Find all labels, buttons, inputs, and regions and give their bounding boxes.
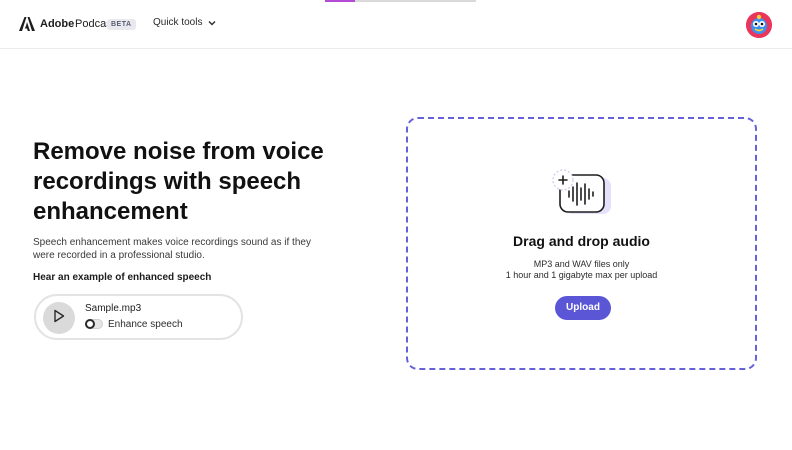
adobe-logo-icon[interactable] [19,17,35,31]
dropzone-title: Drag and drop audio [513,233,650,249]
play-button[interactable] [43,302,75,334]
upload-button[interactable]: Upload [555,296,611,320]
play-icon [53,309,65,328]
page-title: Remove noise from voice recordings with … [33,138,324,225]
audio-waveform-add-icon [551,169,617,221]
brand-adobe[interactable]: Adobe [40,18,74,30]
enhance-speech-toggle[interactable] [85,319,103,329]
quick-tools-menu[interactable]: Quick tools [153,17,216,28]
user-avatar[interactable] [746,12,772,38]
sample-file-name: Sample.mp3 [85,303,142,314]
quick-tools-label: Quick tools [153,17,203,28]
example-heading: Hear an example of enhanced speech [33,272,212,283]
beta-badge: BETA [107,19,136,30]
dropzone-limits: 1 hour and 1 gigabyte max per upload [505,270,658,280]
dropzone-formats: MP3 and WAV files only [533,259,630,269]
enhance-speech-label: Enhance speech [108,319,183,330]
app-header: Adobe Podcast BETA Quick tools [0,0,792,49]
sample-audio-player: Sample.mp3 Enhance speech [34,294,243,340]
audio-dropzone[interactable]: Drag and drop audio MP3 and WAV files on… [406,117,757,370]
chevron-down-icon [208,19,216,27]
page-description: Speech enhancement makes voice recording… [33,237,311,261]
